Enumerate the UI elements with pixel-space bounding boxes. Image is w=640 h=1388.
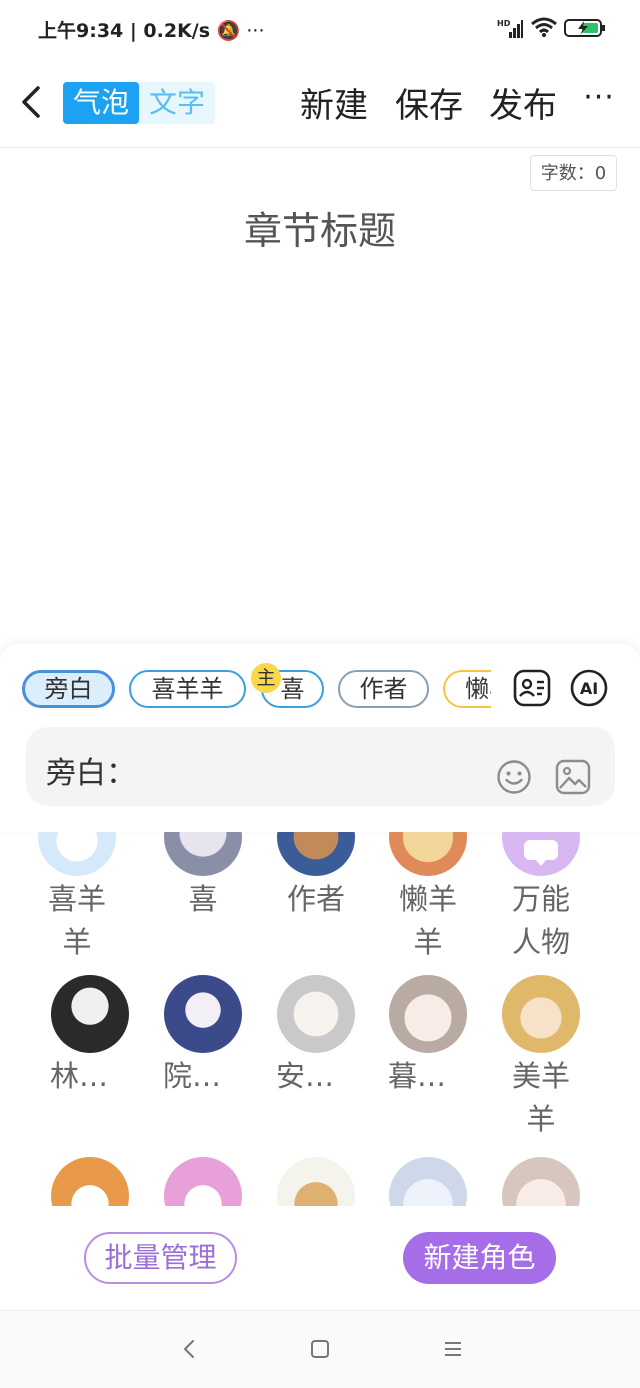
role-card-icon[interactable]: [512, 668, 552, 708]
character-name: 林（第…: [50, 1059, 130, 1093]
character-card[interactable]: 美羊羊: [485, 975, 597, 1141]
avatar: [389, 975, 467, 1053]
character-card[interactable]: [147, 1157, 259, 1206]
character-card[interactable]: 喜羊羊: [21, 832, 133, 964]
chapter-title[interactable]: 章节标题: [0, 200, 640, 255]
character-card[interactable]: [260, 1157, 372, 1206]
character-card[interactable]: 暮雪（喜…: [372, 975, 484, 1098]
battery-icon: [564, 19, 605, 37]
character-card[interactable]: [485, 1157, 597, 1206]
new-role-button[interactable]: 新建角色: [403, 1232, 556, 1284]
status-bar: 上午9:34 | 0.2K/s 🔕 ··· HD: [0, 0, 640, 56]
character-card[interactable]: 林（第…: [34, 975, 146, 1098]
avatar: [502, 975, 580, 1053]
nav-home-icon[interactable]: [305, 1334, 335, 1364]
character-name: 安（喜…: [276, 1059, 356, 1093]
avatar: [389, 832, 467, 876]
character-name: 作者: [286, 882, 345, 916]
character-card[interactable]: 作者: [260, 832, 372, 921]
wifi-icon: [531, 17, 557, 37]
role-chip-narrator[interactable]: 旁白: [22, 670, 115, 708]
avatar: [277, 1157, 355, 1206]
svg-text:HD: HD: [497, 19, 511, 28]
character-card[interactable]: 喜: [147, 832, 259, 921]
back-arrow-icon[interactable]: [18, 84, 48, 120]
character-name: 美羊羊: [511, 1059, 570, 1136]
character-card[interactable]: 院长（喜…: [147, 975, 259, 1098]
character-grid: 喜羊羊 喜 作者 懒羊羊 万能人物 林（第… 院长（喜… 安（喜… 暮雪（喜…: [0, 832, 640, 1206]
more-options-icon[interactable]: ···: [582, 83, 616, 118]
chat-bubble-icon: [524, 840, 558, 866]
role-chip-lanyangyang[interactable]: 懒羊羊: [443, 670, 491, 708]
avatar: [502, 832, 580, 876]
avatar: [164, 975, 242, 1053]
avatar: [51, 975, 129, 1053]
input-speaker-prefix: 旁白：: [46, 756, 136, 791]
nav-back-icon[interactable]: [175, 1334, 205, 1364]
character-name: 院长（喜…: [163, 1059, 243, 1093]
avatar: [38, 832, 116, 876]
nav-menu-icon[interactable]: [438, 1334, 468, 1364]
new-button[interactable]: 新建: [300, 84, 368, 128]
main-role-badge: 主: [251, 663, 281, 693]
avatar: [277, 832, 355, 876]
character-name: 懒羊羊: [398, 882, 457, 959]
role-chip-xiyangyang[interactable]: 喜羊羊: [129, 670, 246, 708]
svg-text:AI: AI: [580, 679, 598, 698]
avatar: [389, 1157, 467, 1206]
mode-bubble-tab[interactable]: 气泡: [63, 82, 139, 124]
character-card[interactable]: 懒羊羊: [372, 832, 484, 964]
character-card[interactable]: 安（喜…: [260, 975, 372, 1098]
character-card[interactable]: [34, 1157, 146, 1206]
avatar: [277, 975, 355, 1053]
image-upload-icon[interactable]: [554, 758, 592, 796]
avatar: [502, 1157, 580, 1206]
mode-text-tab[interactable]: 文字: [139, 82, 215, 124]
ai-icon[interactable]: AI: [569, 668, 609, 708]
publish-button[interactable]: 发布: [489, 84, 557, 128]
character-name: 喜: [188, 882, 218, 916]
character-name: 喜羊羊: [47, 882, 106, 959]
header-divider: [0, 147, 640, 148]
signal-icon: HD: [497, 19, 523, 38]
batch-manage-button[interactable]: 批量管理: [84, 1232, 237, 1284]
status-time: 上午9:34 | 0.2K/s 🔕 ···: [38, 20, 265, 42]
character-name: 暮雪（喜…: [388, 1059, 468, 1093]
character-card[interactable]: [372, 1157, 484, 1206]
word-count-badge: 字数：0: [530, 155, 617, 191]
avatar: [164, 832, 242, 876]
character-name: 万能人物: [511, 882, 570, 959]
avatar: [164, 1157, 242, 1206]
role-chip-author[interactable]: 作者: [338, 670, 429, 708]
status-extra-icons: 🔕 ···: [216, 20, 265, 42]
emoji-icon[interactable]: [496, 759, 532, 795]
avatar: [51, 1157, 129, 1206]
save-button[interactable]: 保存: [395, 84, 463, 128]
character-card[interactable]: 万能人物: [485, 832, 597, 964]
